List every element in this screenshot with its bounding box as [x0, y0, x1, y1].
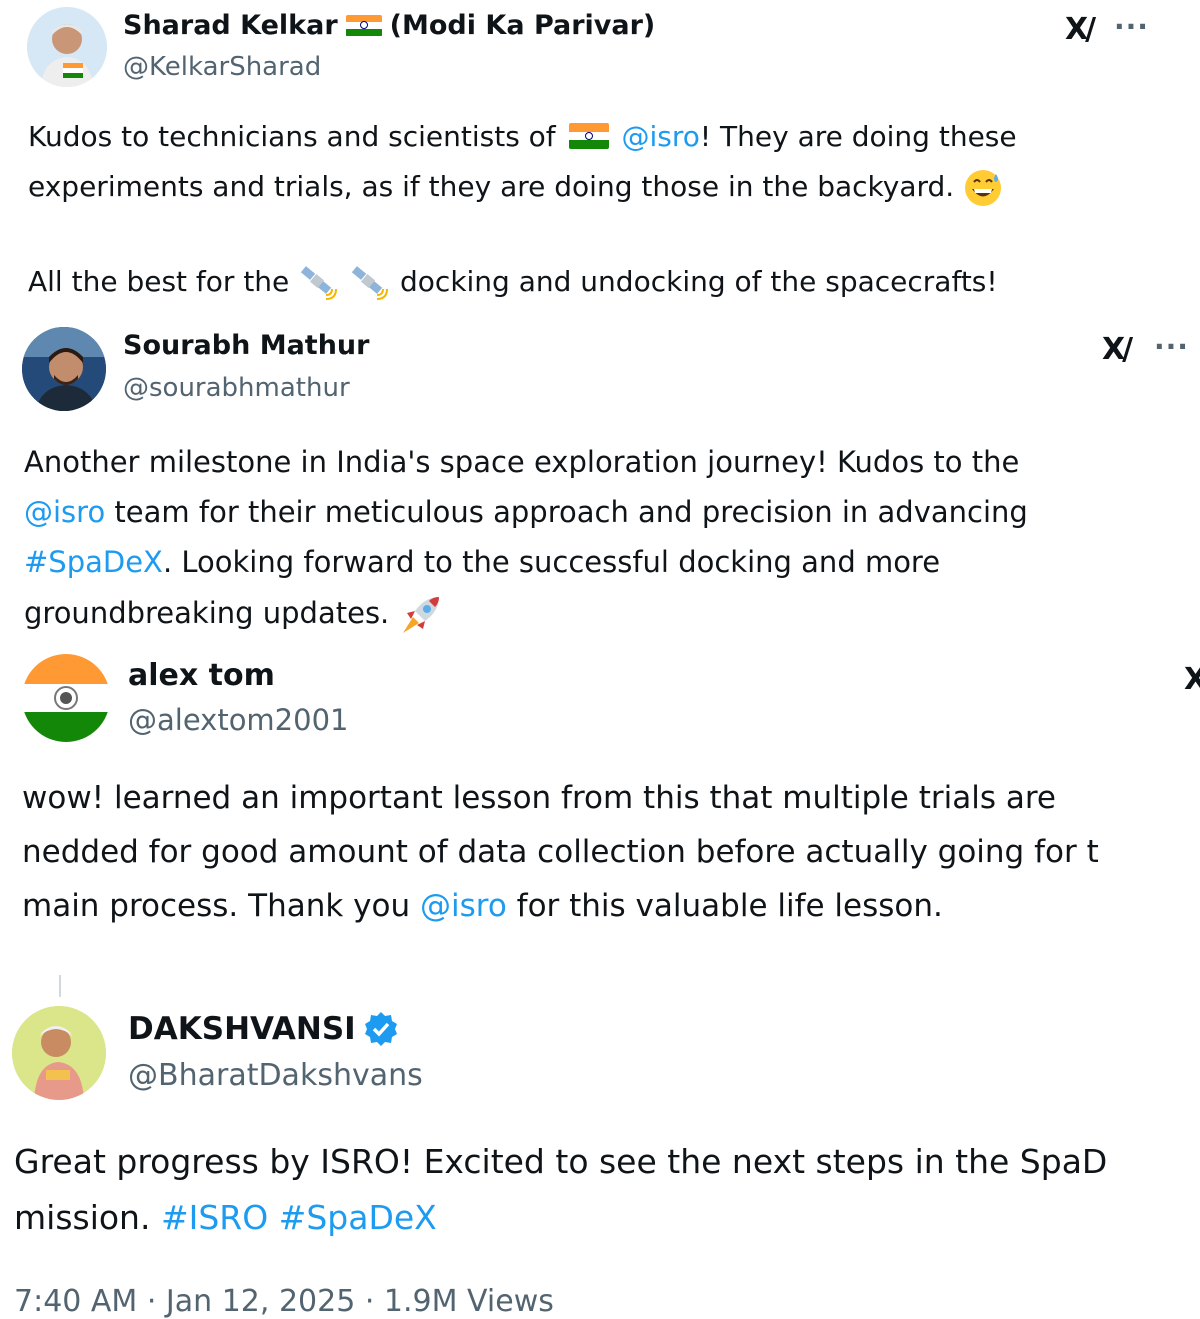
tweet-text-line-2: nedded for good amount of data collectio…: [22, 834, 1099, 870]
avatar-image: [22, 327, 106, 411]
tweet-text-line-1: Kudos to technicians and scientists of @…: [28, 120, 1017, 153]
user-handle[interactable]: @sourabhmathur: [123, 373, 350, 403]
display-name[interactable]: Sourabh Mathur: [123, 330, 369, 361]
avatar[interactable]: [22, 654, 110, 742]
tweet-text-line-2: experiments and trials, as if they are d…: [28, 168, 1003, 208]
mention-isro[interactable]: @isro: [621, 120, 699, 153]
tweet-text-line-3: main process. Thank you @isro for this v…: [22, 888, 943, 924]
avatar-image: [27, 7, 107, 87]
user-handle[interactable]: @BharatDakshvans: [128, 1058, 423, 1093]
flag-india-icon: [345, 14, 382, 37]
verified-badge-icon: [364, 1012, 397, 1046]
display-name[interactable]: DAKSHVANSI: [128, 1010, 400, 1048]
tweet-text-line-1: Another milestone in India's space explo…: [24, 445, 1020, 479]
user-handle[interactable]: @alextom2001: [128, 703, 349, 737]
more-options-icon[interactable]: ···: [1154, 330, 1189, 363]
avatar[interactable]: [12, 1006, 106, 1100]
rocket-icon: [402, 597, 439, 633]
grok-icon[interactable]: X/: [1102, 332, 1133, 367]
tweet-text-line-2: @isro team for their meticulous approach…: [24, 495, 1028, 529]
satellite-icon: [301, 266, 338, 300]
hashtags[interactable]: #ISRO #SpaDeX: [161, 1198, 437, 1237]
tweet-text-line-2: mission. #ISRO #SpaDeX: [14, 1198, 437, 1237]
tweet-footer-timestamp[interactable]: 7:40 AM · Jan 12, 2025 · 1.9M Views: [14, 1284, 554, 1319]
grok-icon[interactable]: X/: [1065, 12, 1096, 47]
hashtag-spadex[interactable]: #SpaDeX: [24, 545, 163, 579]
grinning-sweat-icon: [965, 170, 1002, 206]
tweet-text-line-3: All the best for the docking and undocki…: [28, 263, 998, 303]
tweet-text-line-1: wow! learned an important lesson from th…: [22, 780, 1056, 816]
more-options-icon[interactable]: ···: [1114, 10, 1149, 43]
flag-india-avatar-icon: [22, 654, 110, 742]
tweet-sharad-kelkar: Sharad Kelkar (Modi Ka Parivar) @KelkarS…: [0, 0, 1200, 310]
tweet-dakshvansi: DAKSHVANSI @BharatDakshvans Great progre…: [0, 1000, 1200, 1319]
tweet-text-line-3: #SpaDeX. Looking forward to the successf…: [24, 545, 941, 579]
mention-isro[interactable]: @isro: [24, 495, 105, 529]
display-name[interactable]: alex tom: [128, 658, 275, 693]
thread-connector-line: [59, 975, 61, 997]
tweet-sourabh-mathur: Sourabh Mathur @sourabhmathur X/ ··· Ano…: [0, 320, 1200, 650]
satellite-icon: [351, 266, 389, 300]
tweet-text-line-4: groundbreaking updates.: [24, 593, 443, 637]
tweet-alex-tom: alex tom @alextom2001 X wow! learned an …: [0, 650, 1200, 950]
display-name[interactable]: Sharad Kelkar (Modi Ka Parivar): [123, 10, 655, 41]
flag-india-icon: [568, 123, 609, 149]
mention-isro[interactable]: @isro: [420, 888, 507, 924]
avatar-image: [12, 1006, 106, 1100]
avatar[interactable]: [27, 7, 107, 87]
avatar[interactable]: [22, 327, 106, 411]
grok-icon[interactable]: X: [1184, 662, 1200, 697]
tweet-text-line-1: Great progress by ISRO! Excited to see t…: [14, 1142, 1108, 1181]
user-handle[interactable]: @KelkarSharad: [123, 52, 321, 82]
